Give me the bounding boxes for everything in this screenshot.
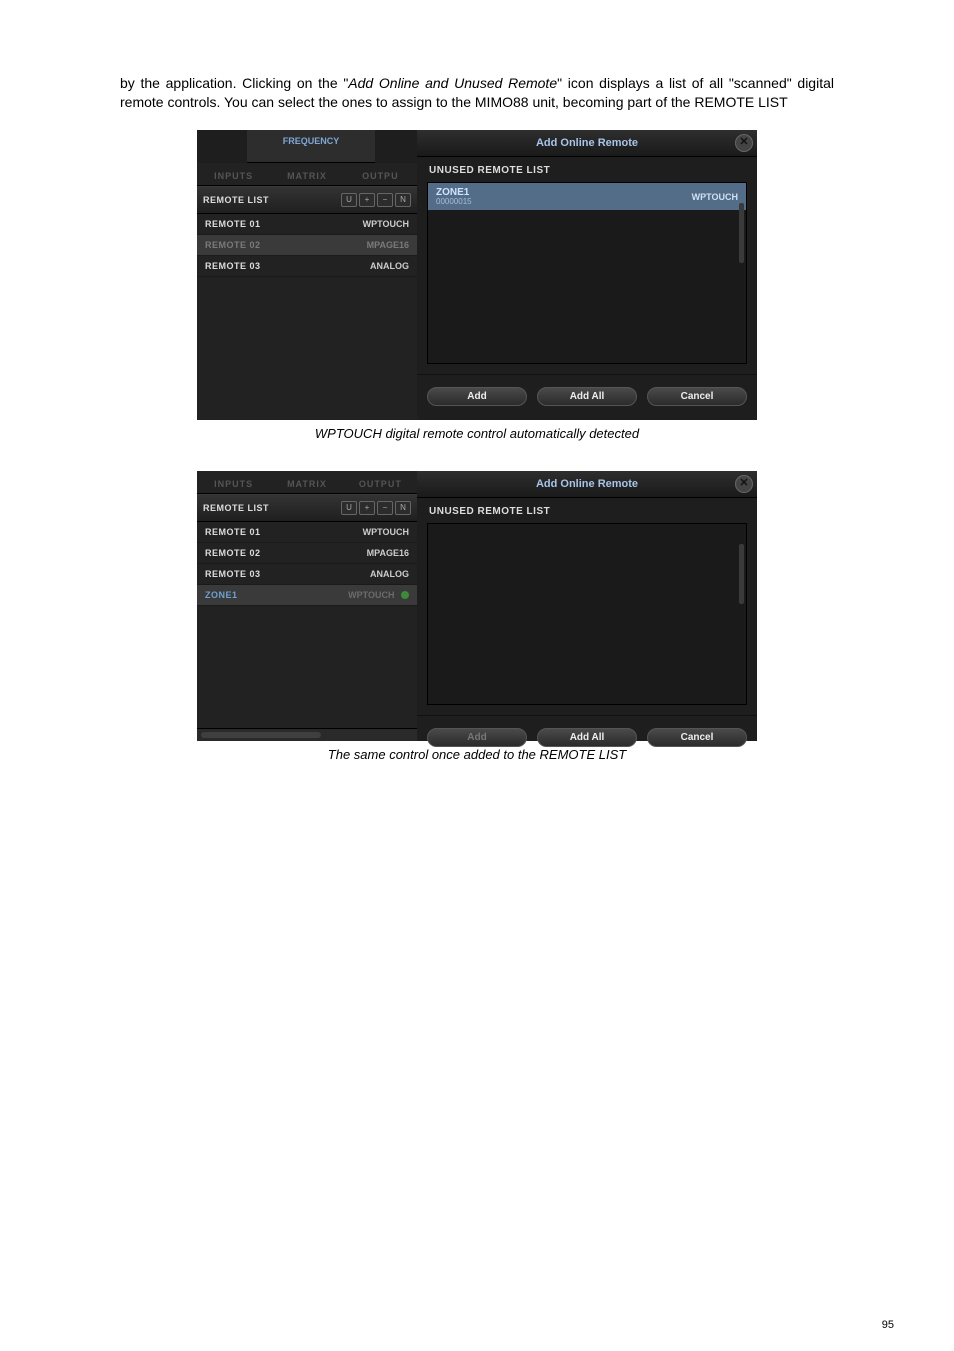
list-item[interactable]: ZONE1 00000015 WPTOUCH bbox=[428, 183, 746, 210]
remote-list: REMOTE 01 WPTOUCH REMOTE 02 MPAGE16 REMO… bbox=[197, 522, 417, 728]
remove-remote-icon[interactable]: − bbox=[377, 193, 393, 207]
update-icon[interactable]: U bbox=[341, 193, 357, 207]
remote-row[interactable]: REMOTE 03 ANALOG bbox=[197, 256, 417, 277]
remote-type: WPTOUCH bbox=[363, 527, 409, 537]
horizontal-scrollbar[interactable] bbox=[197, 728, 417, 741]
online-status-icon bbox=[401, 591, 409, 599]
tab-matrix[interactable]: MATRIX bbox=[270, 167, 343, 185]
remote-type: ANALOG bbox=[370, 569, 409, 579]
remote-row[interactable]: REMOTE 03 ANALOG bbox=[197, 564, 417, 585]
unused-remote-listbox[interactable]: ZONE1 00000015 WPTOUCH bbox=[427, 182, 747, 364]
remote-list-title: REMOTE LIST bbox=[203, 195, 269, 205]
remote-name: ZONE1 bbox=[205, 590, 238, 600]
add-remote-icon[interactable]: + bbox=[359, 501, 375, 515]
unused-list-label: UNUSED REMOTE LIST bbox=[417, 498, 757, 523]
remote-row[interactable]: REMOTE 01 WPTOUCH bbox=[197, 522, 417, 543]
tab-output[interactable]: OUTPUT bbox=[344, 475, 417, 493]
para-seg-a: by the application. Clicking on the " bbox=[120, 75, 348, 91]
page-number: 95 bbox=[882, 1319, 894, 1331]
remote-row[interactable]: REMOTE 02 MPAGE16 bbox=[197, 543, 417, 564]
list-item-type: WPTOUCH bbox=[692, 192, 738, 202]
network-icon[interactable]: N bbox=[395, 501, 411, 515]
remove-remote-icon[interactable]: − bbox=[377, 501, 393, 515]
unused-remote-listbox[interactable] bbox=[427, 523, 747, 705]
remote-name: REMOTE 02 bbox=[205, 548, 261, 558]
remote-type: WPTOUCH bbox=[348, 590, 394, 600]
remote-type: ANALOG bbox=[370, 261, 409, 271]
remote-row-zone[interactable]: ZONE1 WPTOUCH bbox=[197, 585, 417, 606]
cancel-button[interactable]: Cancel bbox=[647, 387, 747, 406]
dialog-title-bar: Add Online Remote ✕ bbox=[417, 471, 757, 498]
remote-type: MPAGE16 bbox=[367, 240, 409, 250]
remote-name: REMOTE 01 bbox=[205, 219, 261, 229]
close-icon[interactable]: ✕ bbox=[735, 134, 753, 152]
remote-list: REMOTE 01 WPTOUCH REMOTE 02 MPAGE16 REMO… bbox=[197, 214, 417, 420]
scrollbar[interactable] bbox=[739, 203, 744, 263]
update-icon[interactable]: U bbox=[341, 501, 357, 515]
unused-list-label: UNUSED REMOTE LIST bbox=[417, 157, 757, 182]
remote-name: REMOTE 01 bbox=[205, 527, 261, 537]
remote-name: REMOTE 02 bbox=[205, 240, 261, 250]
network-icon[interactable]: N bbox=[395, 193, 411, 207]
remote-row[interactable]: REMOTE 02 MPAGE16 bbox=[197, 235, 417, 256]
figure-detected: FREQUENCY INPUTS MATRIX OUTPU REMOTE LIS… bbox=[197, 130, 757, 420]
tab-output[interactable]: OUTPU bbox=[344, 167, 417, 185]
tab-frequency[interactable]: FREQUENCY bbox=[247, 130, 375, 163]
add-button[interactable]: Add bbox=[427, 387, 527, 406]
dialog-title: Add Online Remote bbox=[536, 478, 638, 490]
tab-matrix[interactable]: MATRIX bbox=[270, 475, 343, 493]
remote-type: WPTOUCH bbox=[363, 219, 409, 229]
remote-name: REMOTE 03 bbox=[205, 569, 261, 579]
tab-inputs[interactable]: INPUTS bbox=[197, 167, 270, 185]
scrollbar[interactable] bbox=[739, 544, 744, 604]
para-seg-b: Add Online and Unused Remote bbox=[348, 75, 557, 91]
remote-list-title: REMOTE LIST bbox=[203, 503, 269, 513]
add-button[interactable]: Add bbox=[427, 728, 527, 747]
figure-caption-1: WPTOUCH digital remote control automatic… bbox=[120, 426, 834, 441]
figure-added: INPUTS MATRIX OUTPUT REMOTE LIST U + − N… bbox=[197, 471, 757, 741]
cancel-button[interactable]: Cancel bbox=[647, 728, 747, 747]
tab-inputs[interactable]: INPUTS bbox=[197, 475, 270, 493]
remote-row[interactable]: REMOTE 01 WPTOUCH bbox=[197, 214, 417, 235]
add-remote-icon[interactable]: + bbox=[359, 193, 375, 207]
body-paragraph: by the application. Clicking on the "Add… bbox=[120, 74, 834, 112]
add-all-button[interactable]: Add All bbox=[537, 387, 637, 406]
dialog-title: Add Online Remote bbox=[536, 137, 638, 149]
remote-name: REMOTE 03 bbox=[205, 261, 261, 271]
remote-type: MPAGE16 bbox=[367, 548, 409, 558]
close-icon[interactable]: ✕ bbox=[735, 475, 753, 493]
list-item-sub: 00000015 bbox=[436, 198, 472, 207]
dialog-title-bar: Add Online Remote ✕ bbox=[417, 130, 757, 157]
add-all-button[interactable]: Add All bbox=[537, 728, 637, 747]
